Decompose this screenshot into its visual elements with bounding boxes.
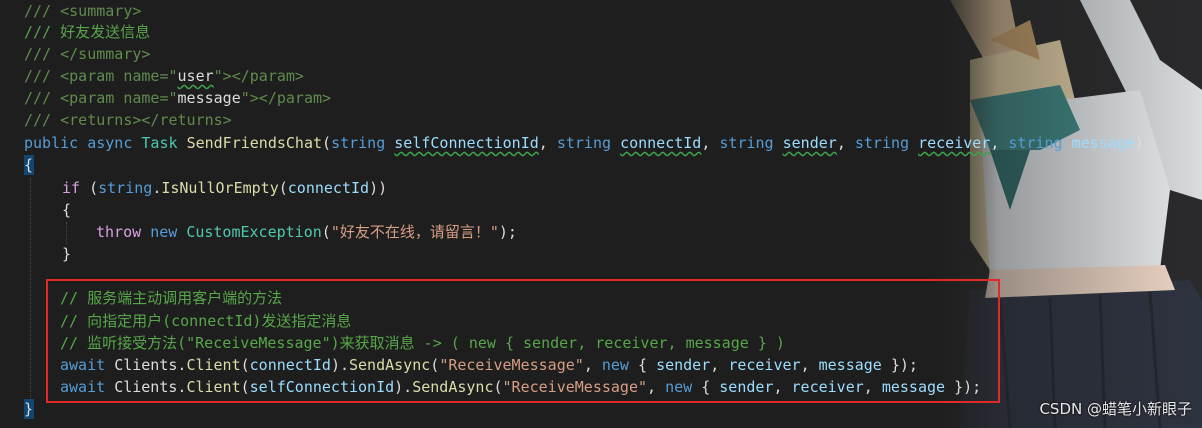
keyword-string: string bbox=[854, 134, 910, 152]
param-connect-id[interactable]: connectId bbox=[620, 134, 701, 152]
code-line-11[interactable]: throw new CustomException("好友不在线，请留言！"); bbox=[96, 221, 517, 243]
doc-comment: /// <summary> bbox=[24, 2, 142, 20]
code-line-7[interactable]: public async Task SendFriendsChat(string… bbox=[24, 132, 1144, 154]
param-receiver[interactable]: receiver bbox=[918, 134, 990, 152]
keyword-string: string bbox=[1008, 134, 1063, 152]
keyword-string: string bbox=[556, 134, 612, 152]
doc-comment: /// </summary> bbox=[24, 45, 151, 63]
code-line-1[interactable]: /// <summary> bbox=[24, 0, 141, 22]
keyword-new: new bbox=[150, 223, 178, 241]
param-self-connection-id[interactable]: selfConnectionId bbox=[394, 134, 539, 152]
doc-comment: "></param> bbox=[213, 67, 304, 85]
code-line-3[interactable]: /// </summary> bbox=[24, 43, 150, 65]
param-message[interactable]: message bbox=[1072, 134, 1135, 152]
code-line-6[interactable]: /// <returns></returns> bbox=[24, 109, 232, 131]
keyword-string: string bbox=[719, 134, 774, 152]
close-brace: } bbox=[24, 400, 34, 418]
method-name[interactable]: SendFriendsChat bbox=[187, 134, 322, 152]
type-task: Task bbox=[141, 134, 178, 152]
open-brace: { bbox=[24, 156, 34, 174]
indent-guide bbox=[30, 178, 31, 402]
keyword-throw: throw bbox=[96, 223, 142, 241]
doc-param-name: message bbox=[177, 89, 241, 107]
keyword-if: if bbox=[62, 179, 81, 197]
doc-comment: /// <param name=" bbox=[24, 67, 178, 85]
open-brace: { bbox=[62, 201, 72, 219]
keyword-string: string bbox=[331, 134, 386, 152]
code-line-8[interactable]: { bbox=[24, 154, 33, 176]
code-line-18[interactable]: } bbox=[24, 398, 33, 420]
string-literal: "好友不在线，请留言！" bbox=[330, 223, 499, 241]
close-brace: } bbox=[62, 245, 72, 263]
type-custom-exception[interactable]: CustomException bbox=[186, 223, 321, 241]
watermark-text: CSDN @蜡笔小新眼子 bbox=[1039, 400, 1192, 418]
code-editor[interactable]: /// <summary> /// 好友发送信息 /// </summary> … bbox=[0, 0, 1202, 428]
keyword-public: public bbox=[24, 134, 79, 152]
annotation-highlight-box bbox=[46, 279, 1000, 403]
method-is-null-or-empty[interactable]: IsNullOrEmpty bbox=[161, 179, 278, 197]
doc-comment: /// 好友发送信息 bbox=[24, 23, 151, 41]
doc-comment: "></param> bbox=[240, 89, 332, 107]
doc-comment: /// <returns></returns> bbox=[24, 111, 232, 129]
indent-guide bbox=[66, 222, 67, 244]
code-line-12[interactable]: } bbox=[62, 243, 71, 265]
code-line-4[interactable]: /// <param name="user"></param> bbox=[24, 65, 304, 87]
code-line-10[interactable]: { bbox=[62, 199, 71, 221]
keyword-string: string bbox=[98, 179, 153, 197]
doc-param-name: user bbox=[177, 67, 214, 85]
doc-comment: /// <param name=" bbox=[24, 89, 178, 107]
code-line-2[interactable]: /// 好友发送信息 bbox=[24, 21, 150, 43]
code-line-5[interactable]: /// <param name="message"></param> bbox=[24, 87, 331, 109]
arg-connect-id[interactable]: connectId bbox=[288, 179, 369, 197]
code-line-9[interactable]: if (string.IsNullOrEmpty(connectId)) bbox=[62, 177, 387, 199]
param-sender[interactable]: sender bbox=[783, 134, 837, 152]
keyword-async: async bbox=[87, 134, 133, 152]
